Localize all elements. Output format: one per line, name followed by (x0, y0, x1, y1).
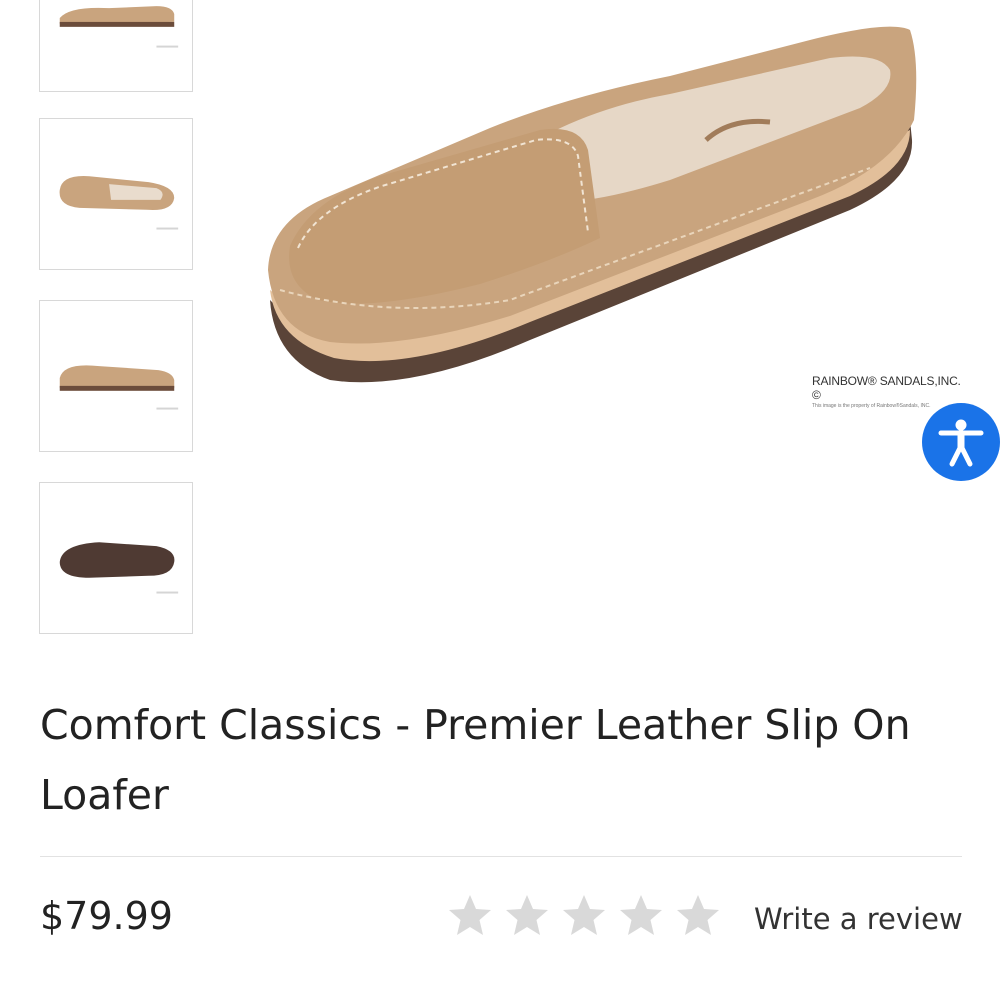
shoe-side-view-image (59, 6, 179, 48)
star-icon[interactable] (617, 892, 665, 940)
divider (40, 856, 962, 857)
thumbnail-2[interactable] (39, 118, 193, 270)
shoe-angled-view-image (268, 26, 917, 383)
image-watermark: RAINBOW® SANDALS,INC. © This image is th… (812, 374, 972, 409)
thumbnail-3[interactable] (39, 300, 193, 452)
star-icon[interactable] (503, 892, 551, 940)
shoe-top-view-image (59, 176, 179, 230)
star-icon[interactable] (446, 892, 494, 940)
shoe-sole-view-image (59, 542, 179, 594)
star-icon[interactable] (674, 892, 722, 940)
write-review-link[interactable]: Write a review (754, 897, 963, 941)
accessibility-button[interactable] (922, 403, 1000, 481)
star-icon[interactable] (560, 892, 608, 940)
product-title: Comfort Classics - Premier Leather Slip … (40, 701, 911, 819)
main-product-image (250, 0, 930, 400)
thumbnail-1[interactable] (39, 0, 193, 92)
watermark-brand: RAINBOW® SANDALS,INC. © (812, 374, 961, 402)
shoe-profile-view-image (59, 365, 179, 410)
accessibility-icon (938, 419, 984, 467)
product-price: $79.99 (40, 894, 173, 938)
thumbnail-4[interactable] (39, 482, 193, 634)
star-rating[interactable] (446, 892, 731, 942)
